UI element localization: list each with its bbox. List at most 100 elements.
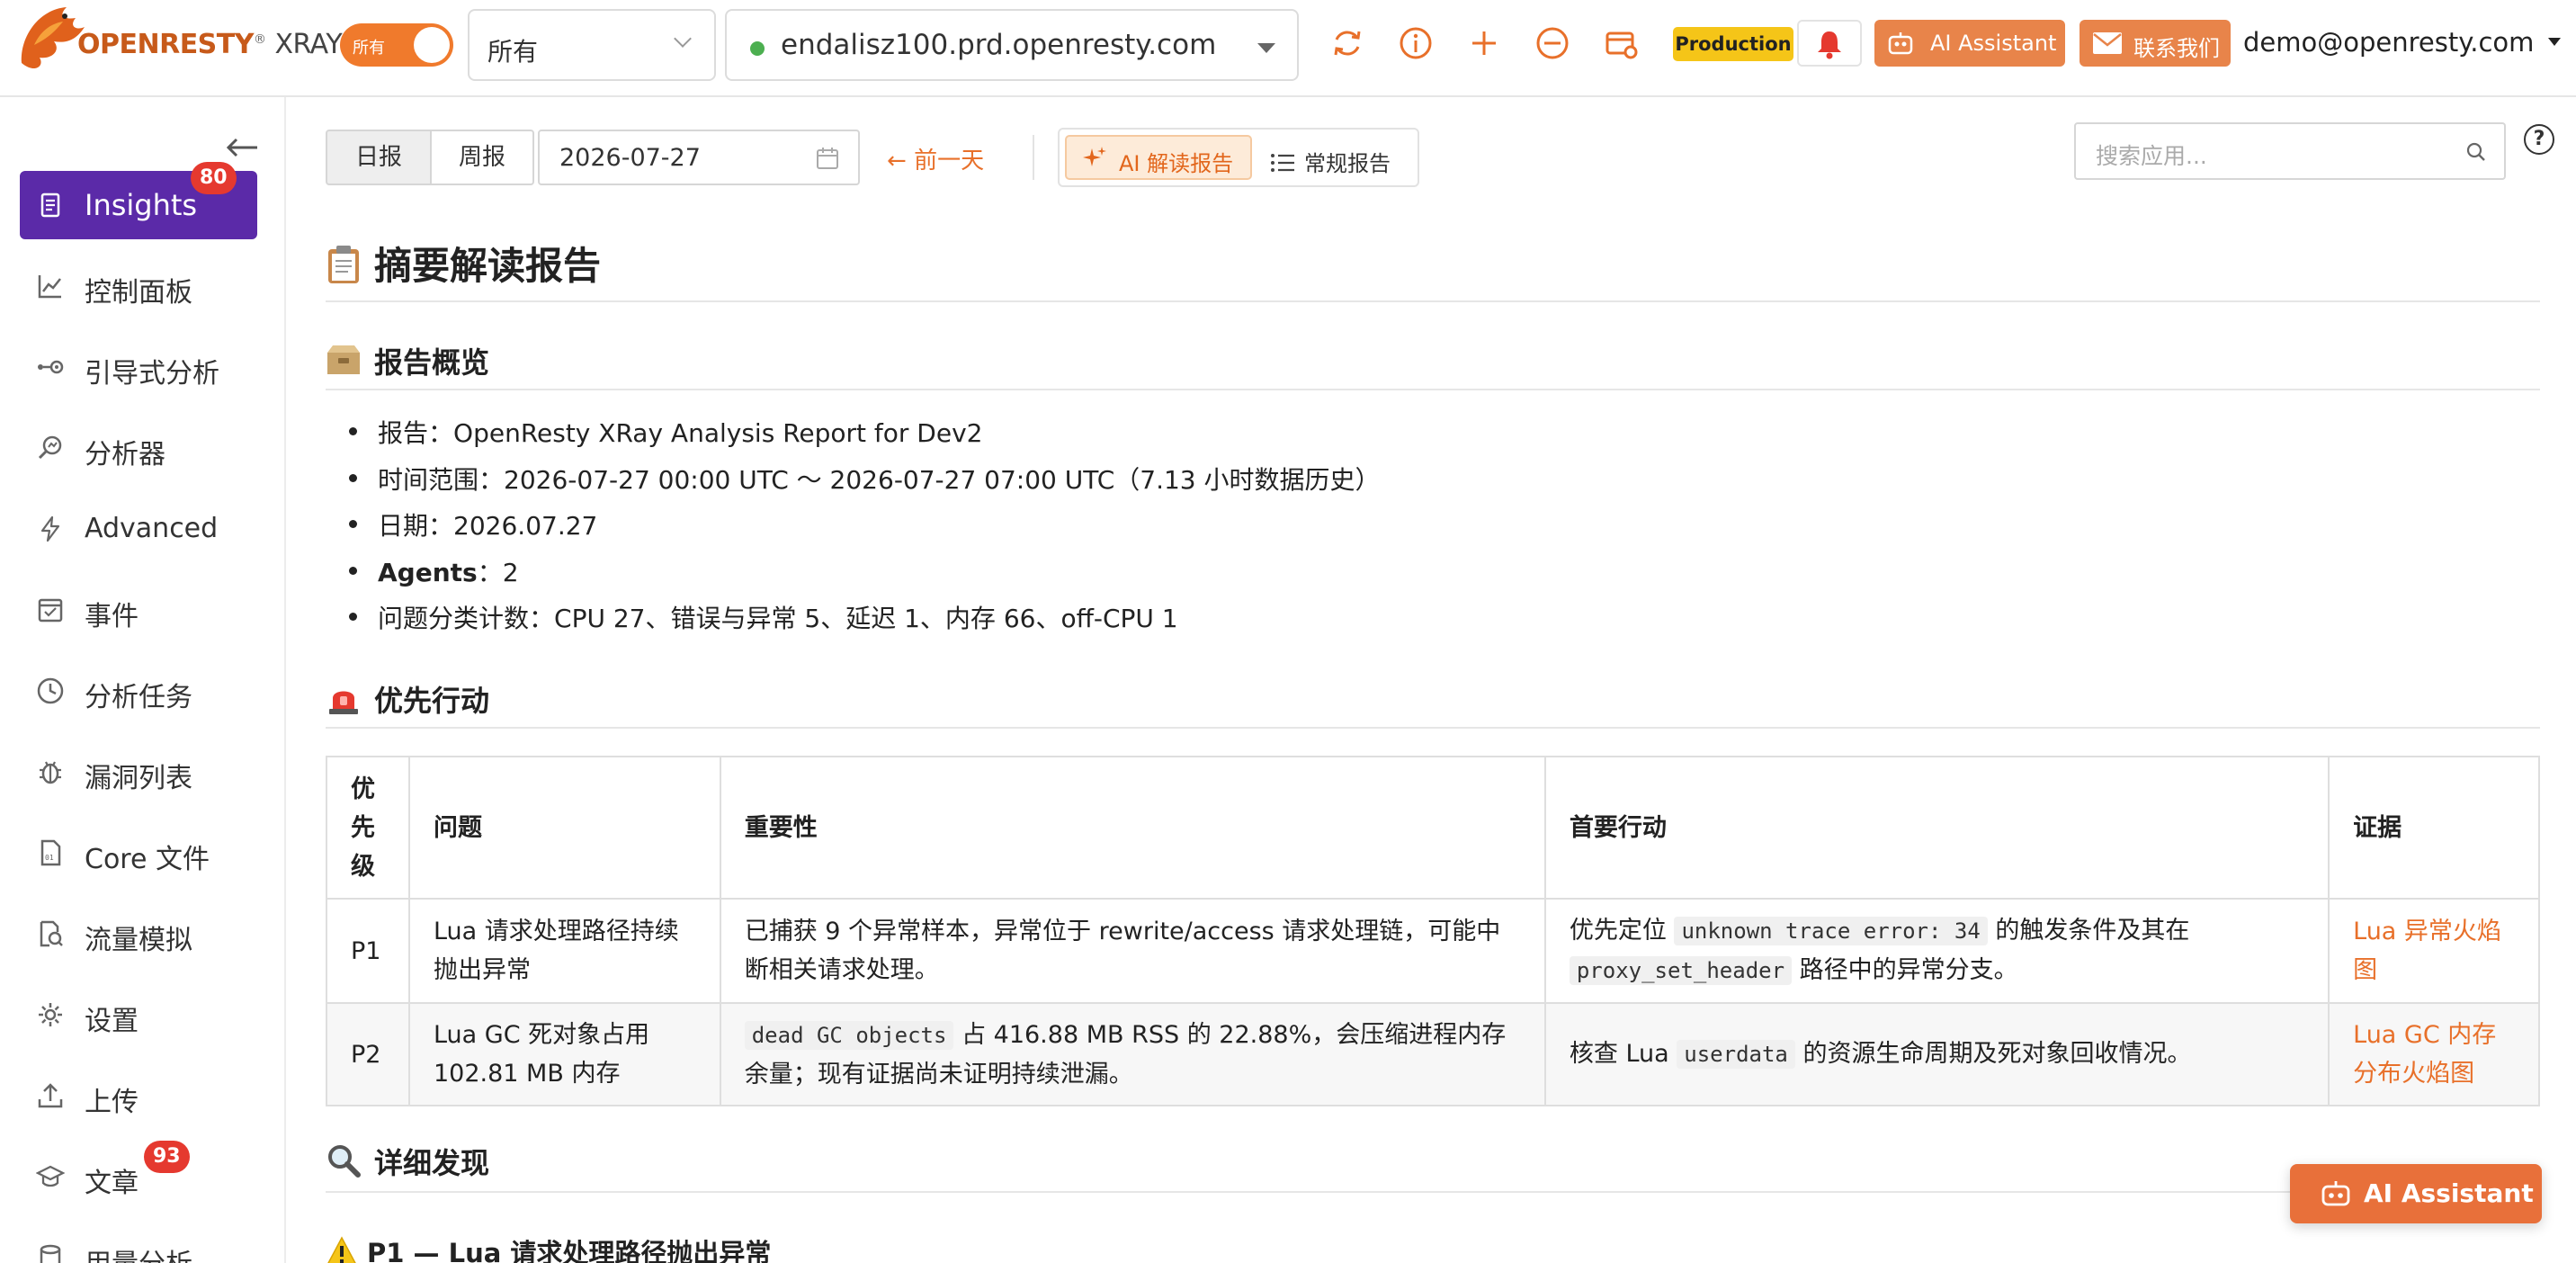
sidebar-item-analyzer[interactable]: 分析器	[20, 414, 257, 482]
overview-list: 报告：OpenResty XRay Analysis Report for De…	[342, 414, 2500, 646]
date-picker[interactable]: 2026-07-27	[538, 130, 860, 185]
help-icon[interactable]: ?	[2524, 124, 2554, 155]
priority-cell: P2	[326, 1002, 410, 1106]
refresh-icon[interactable]	[1329, 25, 1365, 61]
date-value: 2026-07-27	[559, 144, 701, 172]
sidebar-item-label: 流量模拟	[85, 925, 192, 956]
sidebar-item-label: 事件	[85, 601, 139, 632]
lightning-icon	[40, 515, 60, 542]
contact-us-button[interactable]: 联系我们	[2080, 20, 2231, 67]
code-snippet: dead GC objects	[744, 1020, 954, 1050]
bell-icon	[1818, 31, 1841, 59]
ai-assistant-button[interactable]: AI Assistant	[1874, 20, 2065, 67]
ai-report-tab[interactable]: AI 解读报告	[1065, 135, 1252, 180]
list-item: 时间范围：2026-07-27 00:00 UTC ～ 2026-07-27 0…	[342, 461, 2500, 507]
graduation-cap-icon	[36, 1165, 65, 1187]
ai-report-label: AI 解读报告	[1119, 151, 1234, 176]
evidence-link-lua-exception-flamegraph[interactable]: Lua 异常火焰图	[2353, 918, 2501, 984]
sidebar-item-vulnerabilities[interactable]: 漏洞列表	[20, 738, 257, 806]
details-divider	[326, 1191, 2540, 1193]
collapse-sidebar-icon[interactable]	[225, 137, 259, 158]
sidebar-item-traffic-simulation[interactable]: 流量模拟	[20, 900, 257, 968]
previous-day-link[interactable]: ← 前一天	[887, 142, 984, 175]
search-button[interactable]	[2448, 122, 2506, 180]
billing-icon[interactable]	[1603, 25, 1639, 61]
sidebar-item-label: 控制面板	[85, 277, 192, 309]
user-menu[interactable]: demo@openresty.com	[2243, 27, 2561, 58]
sidebar-item-dashboard[interactable]: 控制面板	[20, 252, 257, 320]
report-type-toggle: AI 解读报告 常规报告	[1058, 128, 1419, 187]
caret-down-icon	[2547, 38, 2561, 46]
sidebar-item-usage-analysis[interactable]: 用量分析	[20, 1223, 257, 1263]
sparkle-icon	[1083, 147, 1106, 166]
gear-icon	[39, 1003, 62, 1026]
database-icon	[40, 1244, 61, 1263]
magnifier-emoji-icon	[328, 1145, 361, 1178]
evidence-cell: Lua 异常火焰图	[2328, 898, 2540, 1004]
ai-assistant-fab[interactable]: AI Assistant	[2290, 1164, 2542, 1223]
sidebar-item-label: Insights	[85, 188, 198, 222]
svg-text:01: 01	[45, 854, 54, 862]
top-bar: OPENRESTY® XRAY 所有 所有 endalisz100.prd.ope…	[0, 0, 2576, 97]
normal-report-tab[interactable]: 常规报告	[1270, 146, 1391, 177]
sidebar-item-events[interactable]: 事件	[20, 576, 257, 644]
priority-heading: 优先行动	[326, 678, 489, 720]
page-title-text: 摘要解读报告	[374, 244, 602, 288]
analyzer-icon	[38, 435, 62, 460]
table-row: P2 Lua GC 死对象占用 102.81 MB 内存 dead GC obj…	[326, 1002, 2540, 1106]
notifications-button[interactable]	[1797, 20, 1862, 67]
evidence-cell: Lua GC 内存分布火焰图	[2328, 1002, 2540, 1106]
robot-icon	[2321, 1181, 2350, 1206]
sidebar-item-settings[interactable]: 设置	[20, 981, 257, 1049]
scope-toggle[interactable]: 所有	[340, 23, 453, 67]
sidebar-item-analysis-tasks[interactable]: 分析任务	[20, 657, 257, 725]
search-placeholder: 搜索应用...	[2096, 143, 2207, 169]
table-header-row: 优先级 问题 重要性 首要行动 证据	[326, 756, 2540, 900]
priority-cell: P1	[326, 898, 410, 1004]
chevron-down-icon	[674, 30, 692, 48]
search-icon	[2466, 142, 2485, 161]
openresty-logo[interactable]: OPENRESTY® XRAY	[13, 0, 343, 77]
details-heading: 详细发现	[326, 1141, 489, 1182]
environment-badge: Production	[1673, 27, 1793, 61]
p1-finding-heading-text: P1 — Lua 请求处理路径抛出异常	[367, 1238, 772, 1263]
sidebar-item-core-files[interactable]: 01 Core 文件	[20, 819, 257, 887]
overview-heading-text: 报告概览	[374, 345, 490, 380]
app-search-input[interactable]: 搜索应用...	[2074, 122, 2450, 180]
toggle-knob	[414, 27, 450, 63]
previous-day-label: 前一天	[914, 148, 985, 175]
remove-icon[interactable]	[1534, 25, 1570, 61]
p1-finding-heading: P1 — Lua 请求处理路径抛出异常	[326, 1232, 771, 1263]
ai-assistant-fab-label: AI Assistant	[2364, 1178, 2534, 1208]
contact-us-label: 联系我们	[2133, 36, 2220, 61]
sidebar-item-guided-analysis[interactable]: 引导式分析	[20, 333, 257, 401]
scope-select[interactable]: 所有	[468, 9, 716, 81]
action-cell: 优先定位 unknown trace error: 34 的触发条件及其在 pr…	[1543, 898, 2330, 1004]
add-icon[interactable]	[1466, 25, 1502, 61]
host-select[interactable]: endalisz100.prd.openresty.com	[725, 9, 1299, 81]
host-select-value: endalisz100.prd.openresty.com	[781, 29, 1217, 61]
sidebar-item-articles[interactable]: 文章 93	[20, 1141, 257, 1211]
column-header-evidence: 证据	[2328, 756, 2540, 900]
title-divider	[326, 300, 2540, 302]
toggle-label: 所有	[353, 39, 385, 58]
priority-table: 优先级 问题 重要性 首要行动 证据 P1 Lua 请求处理路径持续抛出异常 已…	[326, 756, 2540, 1106]
sidebar: Insights 80 控制面板 引导式分析 分析器 Advanced 事件 分…	[0, 97, 286, 1263]
core-file-icon: 01	[40, 839, 61, 866]
tab-daily-report[interactable]: 日报	[326, 130, 432, 185]
evidence-link-lua-gc-flamegraph[interactable]: Lua GC 内存分布火焰图	[2353, 1021, 2496, 1088]
guided-analysis-icon	[38, 360, 64, 374]
sidebar-item-upload[interactable]: 上传	[20, 1061, 257, 1130]
sidebar-item-insights[interactable]: Insights 80	[20, 162, 257, 239]
column-header-importance: 重要性	[719, 756, 1546, 900]
list-item: 报告：OpenResty XRay Analysis Report for De…	[342, 414, 2500, 461]
card-box-emoji-icon	[327, 345, 360, 374]
sidebar-item-label: 用量分析	[85, 1241, 192, 1263]
sidebar-item-advanced[interactable]: Advanced	[20, 495, 257, 563]
list-item: Agents：2	[342, 553, 2500, 600]
sidebar-item-label: 上传	[85, 1087, 139, 1118]
tab-weekly-report[interactable]: 周报	[430, 130, 534, 185]
column-header-priority: 优先级	[326, 756, 410, 900]
info-icon[interactable]	[1398, 25, 1434, 61]
user-email: demo@openresty.com	[2243, 27, 2535, 58]
